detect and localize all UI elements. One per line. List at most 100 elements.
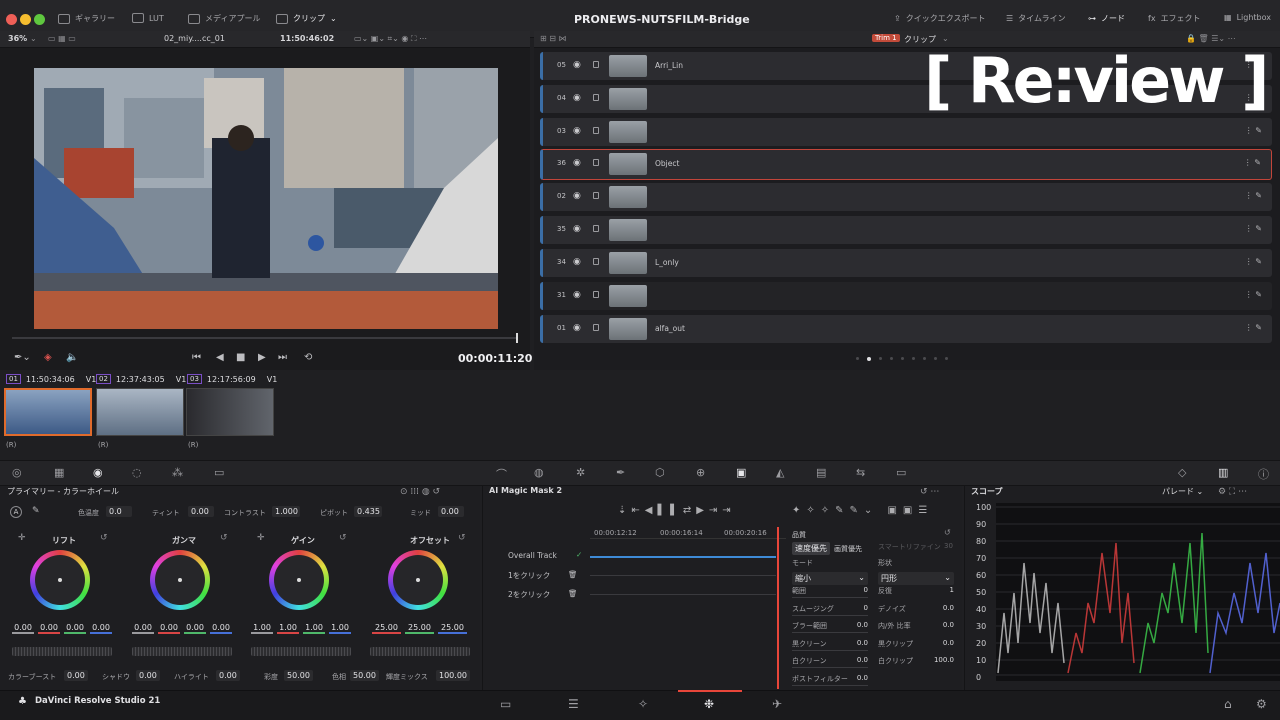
hdr-icon[interactable]: ◌: [132, 466, 142, 479]
shape-select[interactable]: 円形 ⌄: [878, 572, 954, 585]
wheel-value[interactable]: 1.00: [329, 623, 351, 634]
wheel-value[interactable]: 0.00: [210, 623, 232, 634]
layout-icon[interactable]: ▭ ▦ ▭: [48, 34, 76, 43]
layer-status-icons[interactable]: ⋮ ✎: [1245, 126, 1262, 135]
param-value[interactable]: 0: [838, 586, 868, 594]
skip-back-icon[interactable]: ⏮: [192, 352, 201, 363]
sat-field[interactable]: 50.00: [284, 670, 313, 681]
wheel-value[interactable]: 0.00: [158, 623, 180, 634]
eyedropper-icon[interactable]: ✒⌄: [14, 352, 31, 363]
master-wheel-jog[interactable]: [132, 647, 232, 656]
mode-select[interactable]: 縮小 ⌄: [792, 572, 868, 585]
wheel-value[interactable]: 1.00: [277, 623, 299, 634]
crosshair-icon[interactable]: ✛: [257, 533, 265, 543]
layer-options-icon[interactable]: 🔒 🗑 ☰⌄ ⋯: [1186, 34, 1236, 43]
rgb-mixer-icon[interactable]: ⁂: [172, 466, 183, 479]
settings-icon[interactable]: ⚙: [1256, 697, 1267, 711]
lock-icon[interactable]: [593, 324, 599, 331]
reset-icon[interactable]: ↺: [944, 528, 951, 537]
highlight-field[interactable]: 0.00: [216, 670, 240, 681]
layer-row[interactable]: 03 ◉ ⋮ ✎: [540, 118, 1272, 146]
mask-track-overall[interactable]: Overall Track ✓: [484, 548, 784, 566]
mask-track-2[interactable]: 2をクリック 🗑: [484, 586, 784, 604]
lock-icon[interactable]: [593, 94, 599, 101]
wheel-handle[interactable]: [58, 578, 62, 582]
clips-button[interactable]: クリップ ⌄: [276, 13, 337, 24]
clip-name-select[interactable]: 02_miy....cc_01: [164, 34, 225, 43]
scope-mode-select[interactable]: パレード ⌄: [1162, 486, 1203, 500]
mask-track-controls[interactable]: ⇣⇤◀▌▌⇄▶⇥⇥: [618, 505, 736, 516]
layer-row[interactable]: 02 ◉ ⋮ ✎: [540, 183, 1272, 211]
lock-icon[interactable]: [593, 192, 599, 199]
layer-tools-icon[interactable]: ⊞ ⊟ ⋈: [540, 34, 567, 43]
mid-field[interactable]: 0.00: [438, 506, 464, 517]
wheel-value[interactable]: 0.00: [132, 623, 154, 634]
layer-row[interactable]: 01 ◉ alfa_out ⋮ ✎: [540, 315, 1272, 343]
3d-icon[interactable]: ▭: [896, 466, 906, 479]
stop-icon[interactable]: ■: [236, 352, 245, 363]
lock-icon[interactable]: [593, 61, 599, 68]
clip-thumbnail-3[interactable]: [186, 388, 274, 436]
wheel-handle[interactable]: [178, 578, 182, 582]
temp-field[interactable]: 0.0: [106, 506, 132, 517]
lummix-field[interactable]: 100.00: [436, 670, 470, 681]
param-slider[interactable]: [792, 614, 868, 616]
page-dot[interactable]: [912, 357, 915, 360]
color-wheel[interactable]: [388, 550, 448, 610]
gallery-button[interactable]: ギャラリー: [58, 13, 115, 24]
param-slider[interactable]: [792, 684, 868, 686]
eye-icon[interactable]: ◉: [573, 158, 581, 168]
page-dot[interactable]: [901, 357, 904, 360]
color-page-icon[interactable]: ❉: [704, 697, 714, 711]
blur-icon[interactable]: ◭: [776, 466, 784, 479]
loop-icon[interactable]: ⟲: [304, 352, 312, 363]
eye-icon[interactable]: ◉: [573, 93, 581, 103]
curves-icon[interactable]: ⌒: [496, 466, 507, 482]
master-wheel-jog[interactable]: [251, 647, 351, 656]
layer-row[interactable]: 31 ◉ ⋮ ✎: [540, 282, 1272, 310]
play-reverse-icon[interactable]: ◀: [216, 352, 224, 363]
eyedropper-tool-icon[interactable]: ✒: [616, 466, 625, 479]
clip-thumbnail-1[interactable]: [4, 388, 92, 436]
wheel-handle[interactable]: [416, 578, 420, 582]
page-dot[interactable]: [923, 357, 926, 360]
contrast-field[interactable]: 1.000: [272, 506, 300, 517]
wheel-reset-icon[interactable]: ↺: [458, 533, 466, 543]
scrubber-track[interactable]: [12, 337, 518, 339]
quality-tab[interactable]: 画質優先: [834, 544, 862, 554]
boost-field[interactable]: 0.00: [64, 670, 88, 681]
trash-icon[interactable]: 🗑: [568, 570, 578, 579]
deliver-page-icon[interactable]: ✈: [772, 697, 782, 711]
mask-stroke-tools[interactable]: ✦✧✧✎✎⌄ ▣▣☰: [792, 505, 933, 516]
lock-icon[interactable]: [593, 225, 599, 232]
color-wheel[interactable]: [30, 550, 90, 610]
wheel-value[interactable]: 1.00: [303, 623, 325, 634]
eye-icon[interactable]: ◉: [573, 323, 581, 333]
param-value-right[interactable]: 0.0: [924, 604, 954, 612]
param-slider[interactable]: [792, 632, 868, 633]
page-dot[interactable]: [890, 357, 893, 360]
page-dot[interactable]: [945, 357, 948, 360]
wheel-reset-icon[interactable]: ↺: [220, 533, 228, 543]
wheel-reset-icon[interactable]: ↺: [339, 533, 347, 543]
magic-mask-icon[interactable]: ▣: [736, 466, 746, 479]
scope-options-icons[interactable]: ⚙ ⛶ ⋯: [1218, 487, 1247, 497]
playhead[interactable]: [516, 333, 518, 343]
tracker-icon[interactable]: ⊕: [696, 466, 705, 479]
edit-page-icon[interactable]: ☰: [568, 697, 579, 711]
layer-status-icons[interactable]: ⋮ ✎: [1245, 323, 1262, 332]
lock-icon[interactable]: [593, 127, 599, 134]
eye-icon[interactable]: ◉: [573, 290, 581, 300]
mask-reset-icon[interactable]: ↺ ⋯: [920, 487, 939, 497]
param-value-right[interactable]: 1: [924, 586, 954, 594]
master-wheel-jog[interactable]: [12, 647, 112, 656]
window-icon[interactable]: ⬡: [655, 466, 665, 479]
eye-icon[interactable]: ◉: [573, 257, 581, 267]
wheel-value[interactable]: 0.00: [90, 623, 112, 634]
page-dot-active[interactable]: [867, 357, 871, 361]
lock-icon[interactable]: [593, 258, 599, 265]
param-slider[interactable]: [792, 667, 868, 668]
wheel-value[interactable]: 25.00: [405, 623, 434, 634]
zoom-window-button[interactable]: [34, 14, 45, 25]
play-icon[interactable]: ▶: [258, 352, 266, 363]
